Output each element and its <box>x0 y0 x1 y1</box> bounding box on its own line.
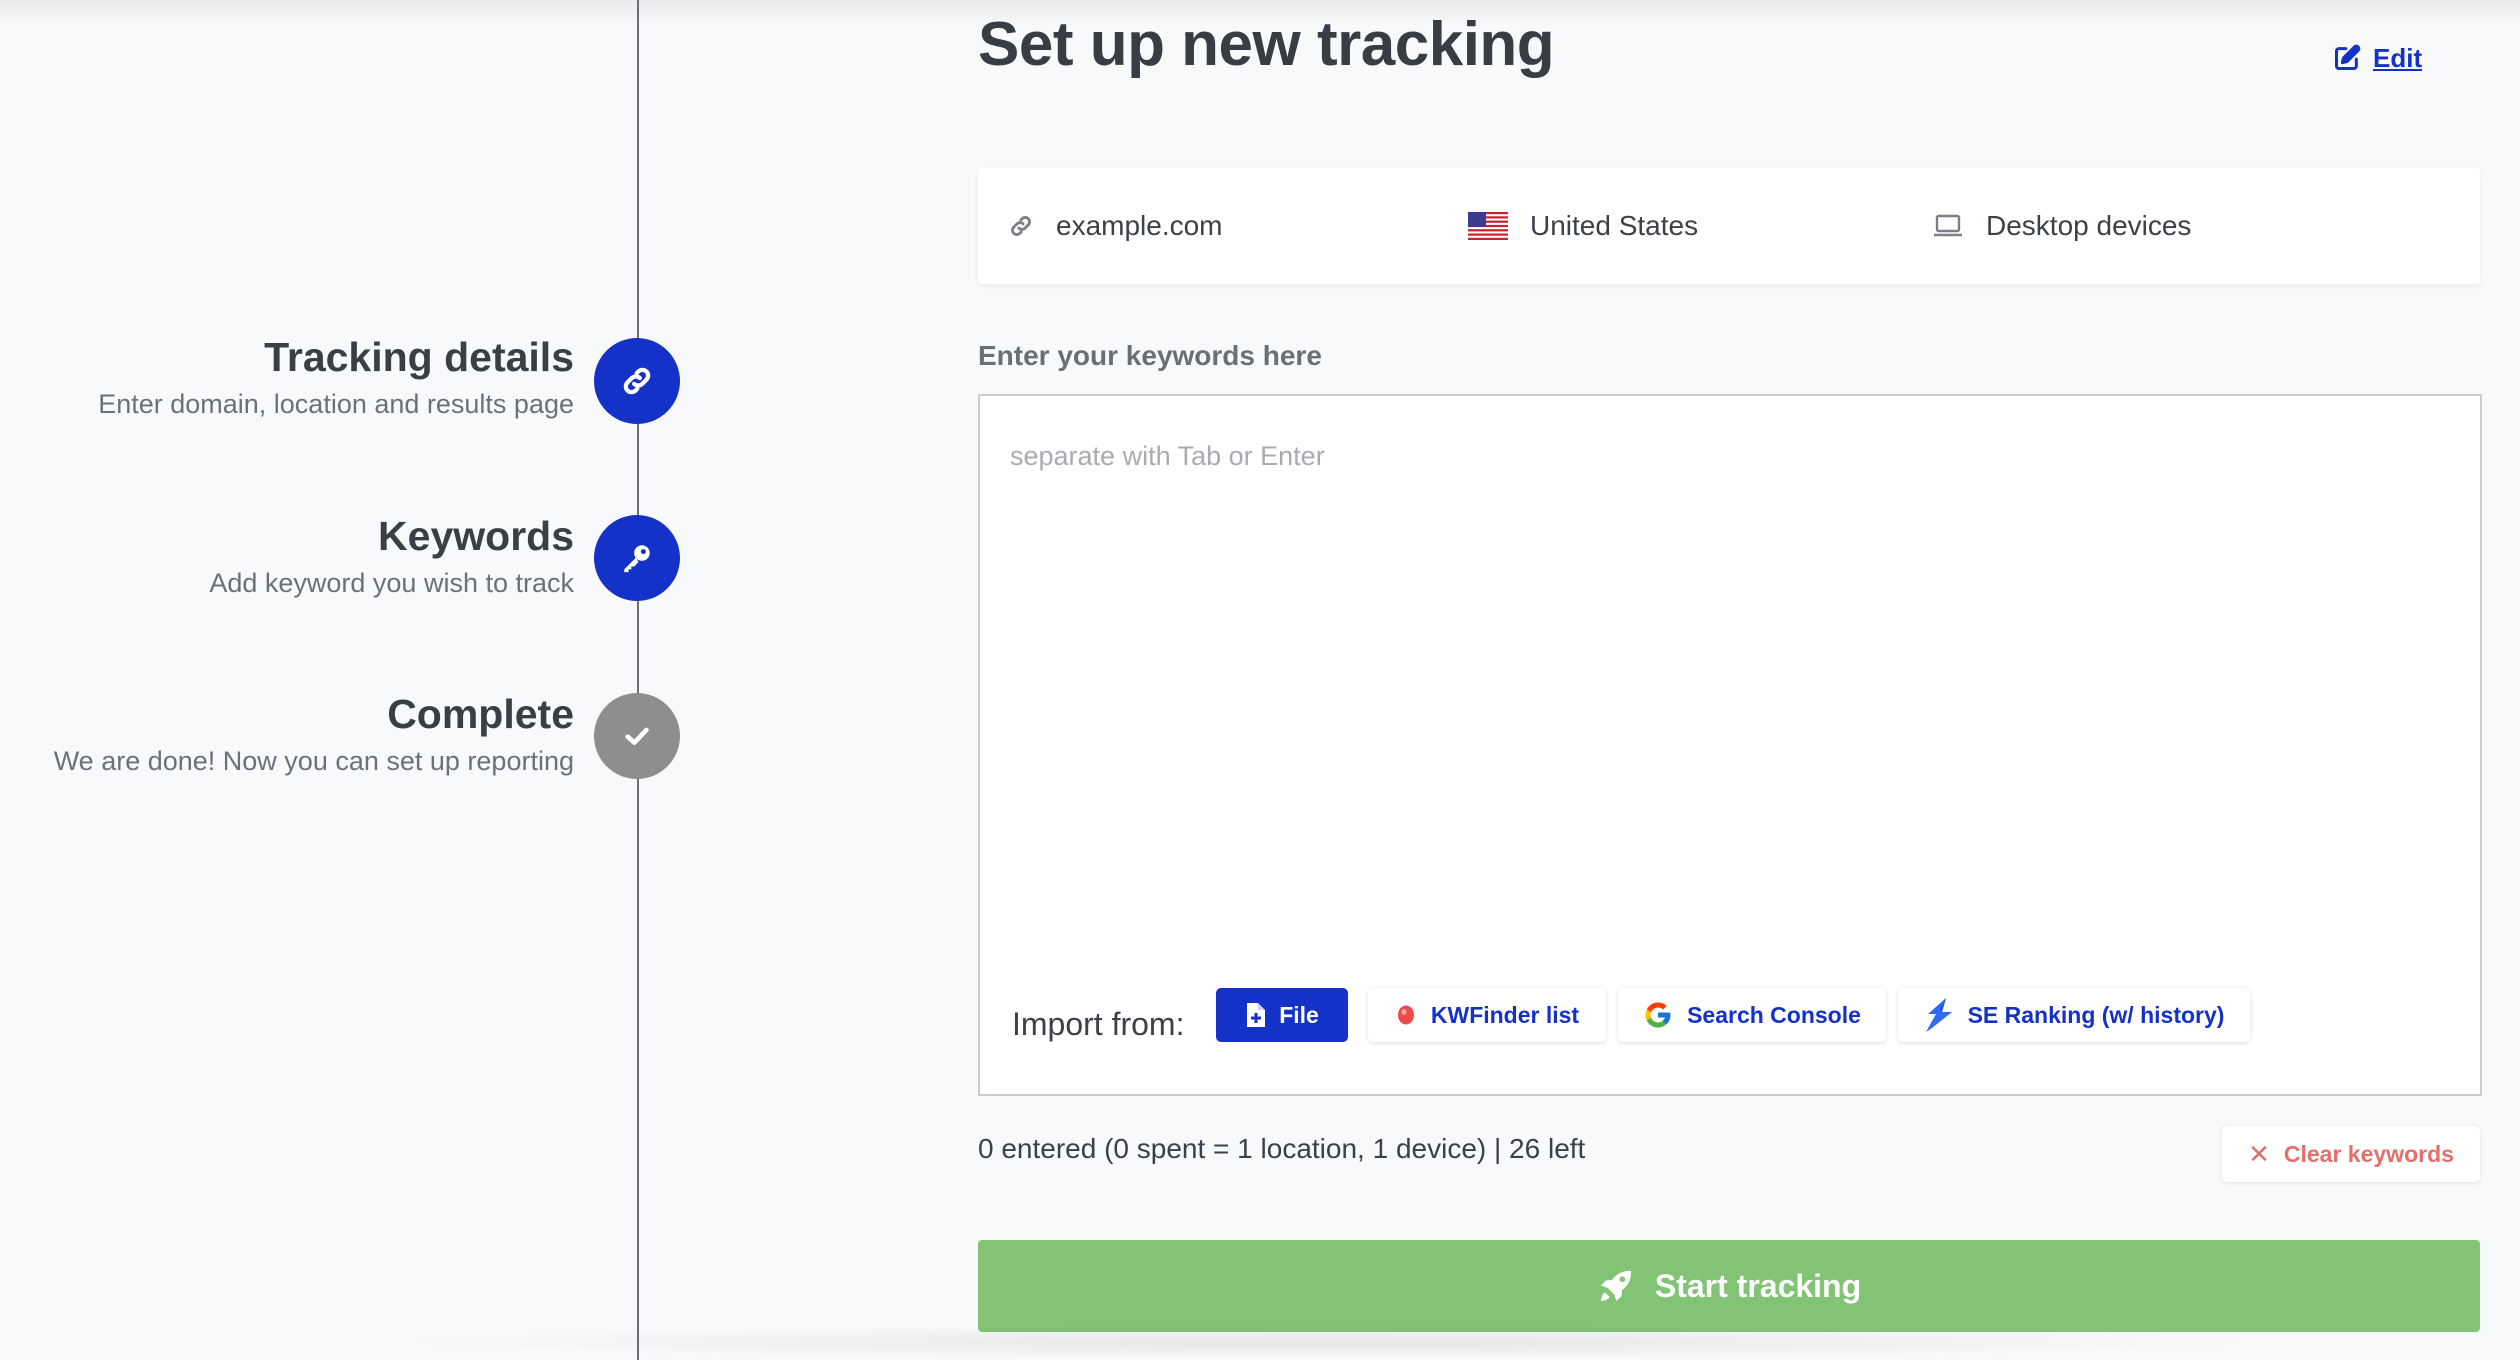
step-keywords[interactable]: Keywords Add keyword you wish to track <box>0 511 680 611</box>
summary-domain: example.com <box>1008 168 1223 284</box>
import-label: Import from: <box>1012 1006 1185 1042</box>
us-flag-icon <box>1468 212 1508 240</box>
step-title: Complete <box>387 691 574 737</box>
file-add-icon <box>1245 1003 1266 1027</box>
import-search-console-label: Search Console <box>1687 1001 1861 1028</box>
summary-device: Desktop devices <box>1932 168 2191 284</box>
summary-location: United States <box>1468 168 1698 284</box>
step-title: Keywords <box>378 513 574 559</box>
clear-keywords-label: Clear keywords <box>2283 1140 2454 1167</box>
summary-device-text: Desktop devices <box>1986 210 2192 241</box>
keywords-input[interactable] <box>1010 436 2450 476</box>
step-text: Tracking details Enter domain, location … <box>98 332 574 424</box>
import-se-ranking-button[interactable]: SE Ranking (w/ history) <box>1898 988 2250 1042</box>
check-icon <box>625 727 649 745</box>
step-text: Complete We are done! Now you can set up… <box>54 689 574 781</box>
import-file-button[interactable]: File <box>1216 988 1348 1042</box>
keywords-label: Enter your keywords here <box>978 340 1322 371</box>
import-se-ranking-label: SE Ranking (w/ history) <box>1967 1001 2225 1028</box>
close-icon: ✕ <box>2248 1138 2270 1169</box>
edit-label: Edit <box>2373 42 2423 73</box>
link-icon <box>1008 213 1034 239</box>
laptop-icon <box>1932 213 1964 239</box>
step-complete[interactable]: Complete We are done! Now you can set up… <box>0 689 680 789</box>
edit-icon <box>2333 44 2361 72</box>
step-title: Tracking details <box>264 334 574 380</box>
import-kwfinder-label: KWFinder list <box>1430 1001 1580 1028</box>
start-tracking-label: Start tracking <box>1654 1267 1862 1304</box>
page-title: Set up new tracking <box>978 10 1555 79</box>
rocket-icon <box>1597 1267 1635 1305</box>
step-subtitle: We are done! Now you can set up reportin… <box>53 746 574 776</box>
key-icon <box>624 545 650 573</box>
se-ranking-icon <box>1924 998 1954 1032</box>
stepper-line <box>637 0 639 1360</box>
import-file-label: File <box>1279 1001 1319 1028</box>
summary-domain-text: example.com <box>1056 210 1223 241</box>
import-kwfinder-button[interactable]: KWFinder list <box>1368 988 1606 1042</box>
link-icon <box>623 367 651 395</box>
google-icon <box>1643 1000 1673 1030</box>
step-tracking-details[interactable]: Tracking details Enter domain, location … <box>0 332 680 432</box>
step-circle-tracking-details[interactable] <box>594 338 680 424</box>
step-circle-keywords[interactable] <box>594 515 680 601</box>
kwfinder-icon <box>1395 1004 1417 1026</box>
step-text: Keywords Add keyword you wish to track <box>209 511 574 603</box>
keywords-box[interactable]: Import from: File KWFinder list <box>978 394 2482 1096</box>
step-subtitle: Enter domain, location and results page <box>98 389 574 419</box>
tracking-summary-card: example.com United States Desktop device… <box>978 168 2480 284</box>
clear-keywords-button[interactable]: ✕ Clear keywords <box>2222 1126 2480 1182</box>
step-circle-complete[interactable] <box>594 693 680 779</box>
step-subtitle: Add keyword you wish to track <box>209 568 574 598</box>
start-tracking-button[interactable]: Start tracking <box>978 1240 2480 1332</box>
edit-tracking-button[interactable]: Edit <box>2333 0 2422 116</box>
keyword-counter: 0 entered (0 spent = 1 location, 1 devic… <box>978 1133 1586 1164</box>
summary-location-text: United States <box>1530 210 1699 241</box>
import-search-console-button[interactable]: Search Console <box>1618 988 1886 1042</box>
